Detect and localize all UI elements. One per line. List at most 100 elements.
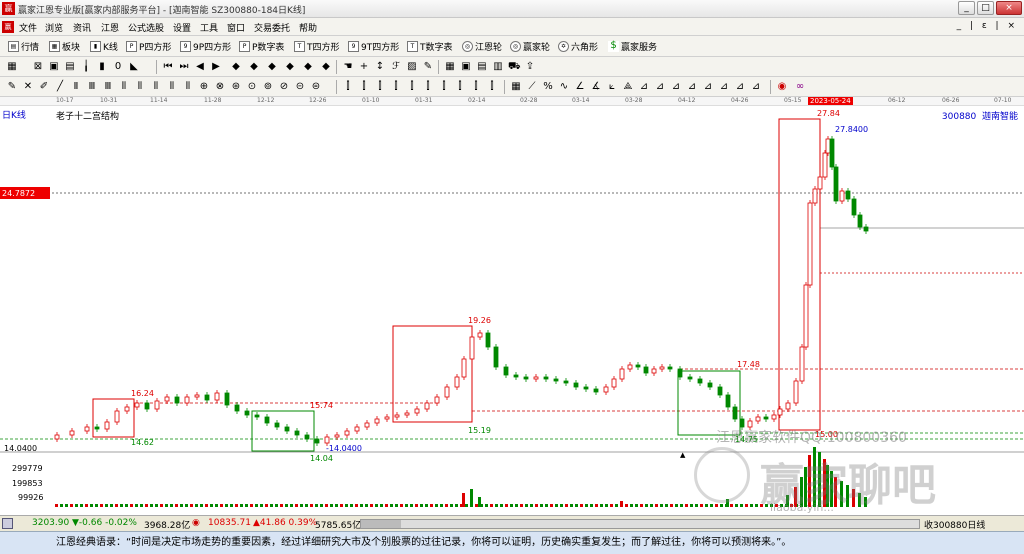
cross-icon[interactable]: + (358, 61, 370, 73)
ruler-tool-icon[interactable]: Ⅲ (86, 81, 98, 93)
menu-file[interactable]: 文件 (19, 21, 37, 34)
sz-icon[interactable]: ◉ (192, 518, 200, 528)
gann-box[interactable] (392, 325, 473, 423)
next-icon[interactable]: ⏭ (178, 61, 190, 73)
index-icon[interactable] (2, 518, 13, 529)
gann-box[interactable] (778, 118, 821, 431)
menu-settings[interactable]: 设置 (173, 21, 191, 34)
menu-gann[interactable]: 江恩 (101, 21, 119, 34)
frame-tool-icon[interactable]: ⫿ (342, 81, 354, 93)
grid-tool-icon[interactable]: Ⅲ (102, 81, 114, 93)
pencil-tool-icon[interactable]: ✐ (38, 81, 50, 93)
menu-window[interactable]: 窗口 (227, 21, 245, 34)
line-tool-icon[interactable]: ╱ (54, 81, 66, 93)
diamond6-icon[interactable]: ◆ (320, 61, 332, 73)
frame5-tool-icon[interactable]: ⫿ (406, 81, 418, 93)
menu-browse[interactable]: 浏览 (45, 21, 63, 34)
angle12-icon[interactable]: ⊿ (750, 81, 762, 93)
frame3-tool-icon[interactable]: ⫿ (374, 81, 386, 93)
bars-tool-icon[interactable]: ⦀ (118, 81, 130, 93)
chart-scrollbar[interactable] (360, 519, 920, 529)
circle5-tool-icon[interactable]: ⊚ (262, 81, 274, 93)
zero-icon[interactable]: 0 (112, 61, 124, 73)
book-icon[interactable]: ▤ (476, 61, 488, 73)
toolbar-t-square[interactable]: T T四方形 (294, 40, 340, 53)
gann-box[interactable] (677, 370, 741, 436)
toolbar-winner-wheel[interactable]: ◎ 赢家轮 (510, 40, 550, 53)
diamond5-icon[interactable]: ◆ (302, 61, 314, 73)
left-icon[interactable]: ◀ (194, 61, 206, 73)
pen-icon[interactable]: ✎ (6, 81, 18, 93)
toolbar-9p-square[interactable]: 9 9P四方形 (180, 40, 231, 53)
circle-tool-icon[interactable]: ⊕ (198, 81, 210, 93)
toolbar-sector[interactable]: ▦ 板块 (49, 40, 80, 53)
circle6-tool-icon[interactable]: ⊘ (278, 81, 290, 93)
gann-box[interactable] (251, 410, 315, 452)
cross-tool-icon[interactable]: ✕ (22, 81, 34, 93)
table-icon[interactable]: ▦ (444, 61, 456, 73)
fib-icon[interactable]: ℱ (390, 61, 402, 73)
angle2-icon[interactable]: ∡ (590, 81, 602, 93)
maximize-button[interactable]: □ (977, 1, 994, 15)
circle4-tool-icon[interactable]: ⊙ (246, 81, 258, 93)
menu-info[interactable]: 资讯 (73, 21, 91, 34)
grid-icon[interactable]: ▣ (48, 61, 60, 73)
calendar-icon[interactable]: ▦ (6, 61, 18, 73)
menu-trade[interactable]: 交易委托 (254, 21, 290, 34)
frame8-tool-icon[interactable]: ⫿ (454, 81, 466, 93)
text-tool-icon[interactable]: Ⅱ (70, 81, 82, 93)
angle6-icon[interactable]: ⊿ (654, 81, 666, 93)
circle2-tool-icon[interactable]: ⊗ (214, 81, 226, 93)
toolbar-p-square[interactable]: P P四方形 (126, 40, 171, 53)
first-icon[interactable]: ⏮ (162, 61, 174, 73)
chart-period[interactable]: 日K线 (2, 108, 26, 121)
diamond-icon[interactable]: ◆ (230, 61, 242, 73)
toolbar-t-table[interactable]: T T数字表 (407, 40, 453, 53)
toolbar-p-table[interactable]: P P数字表 (239, 40, 284, 53)
angle11-icon[interactable]: ⊿ (734, 81, 746, 93)
menu-tools[interactable]: 工具 (200, 21, 218, 34)
circle7-tool-icon[interactable]: ⊝ (294, 81, 306, 93)
bars4-tool-icon[interactable]: ⦀ (166, 81, 178, 93)
bar-icon[interactable]: ╽ (80, 61, 92, 73)
export-icon[interactable]: ⇪ (524, 61, 536, 73)
circle8-tool-icon[interactable]: ⊜ (310, 81, 322, 93)
percent-icon[interactable]: % (542, 81, 554, 93)
chart-area[interactable]: 10-17 10-31 11-14 11-28 12-12 12-26 01-1… (0, 97, 1024, 515)
bars5-tool-icon[interactable]: ⦀ (182, 81, 194, 93)
pencil-icon[interactable]: ✎ (422, 61, 434, 73)
save-icon[interactable]: ▣ (460, 61, 472, 73)
frame9-tool-icon[interactable]: ⫿ (470, 81, 482, 93)
zoom-icon[interactable]: ⊠ (32, 61, 44, 73)
scrollbar-thumb[interactable] (361, 520, 401, 528)
fibline-icon[interactable]: ⟋ (526, 81, 538, 93)
diamond3-icon[interactable]: ◆ (266, 61, 278, 73)
angle9-icon[interactable]: ⊿ (702, 81, 714, 93)
toolbar-gann-wheel[interactable]: ◎ 江恩轮 (462, 40, 502, 53)
car-icon[interactable]: ⛟ (508, 61, 521, 73)
palette-icon[interactable]: ◉ (776, 81, 788, 93)
document-icon[interactable]: ▤ (64, 61, 76, 73)
close-button[interactable]: × (996, 1, 1022, 15)
angle-icon[interactable]: ∠ (574, 81, 586, 93)
toolbar-9t-square[interactable]: 9 9T四方形 (348, 40, 399, 53)
toolbar-kline[interactable]: ▮ K线 (90, 40, 118, 53)
angle7-icon[interactable]: ⊿ (670, 81, 682, 93)
toolbar-service[interactable]: $ 赢家服务 (608, 40, 657, 53)
arrow-icon[interactable]: ◣ (128, 61, 140, 73)
diamond2-icon[interactable]: ◆ (248, 61, 260, 73)
candle-icon[interactable]: ▮ (96, 61, 108, 73)
right-icon[interactable]: ▶ (210, 61, 222, 73)
minimize-button[interactable]: _ (958, 1, 975, 15)
toolbar-quotes[interactable]: ▤ 行情 (8, 40, 39, 53)
menu-help[interactable]: 帮助 (299, 21, 317, 34)
angle4-icon[interactable]: ⟁ (622, 81, 634, 93)
diamond4-icon[interactable]: ◆ (284, 61, 296, 73)
angle3-icon[interactable]: ⟀ (606, 81, 618, 93)
angle5-icon[interactable]: ⊿ (638, 81, 650, 93)
image-icon[interactable]: ▨ (406, 61, 418, 73)
frame6-tool-icon[interactable]: ⫿ (422, 81, 434, 93)
gann-box[interactable] (92, 398, 135, 438)
angle8-icon[interactable]: ⊿ (686, 81, 698, 93)
frame7-tool-icon[interactable]: ⫿ (438, 81, 450, 93)
